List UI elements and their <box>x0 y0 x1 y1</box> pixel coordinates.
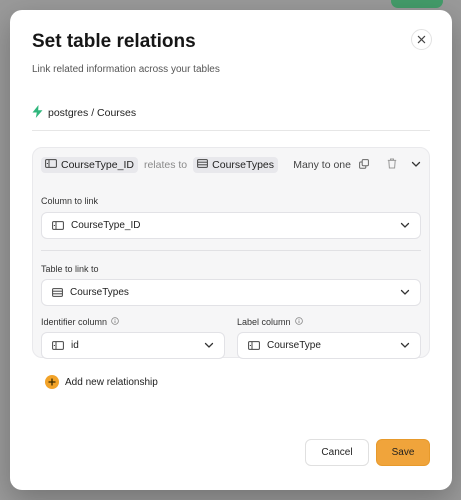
close-button[interactable] <box>411 29 432 50</box>
table-to-link-label: Table to link to <box>41 264 99 274</box>
chevron-down-icon <box>400 342 410 349</box>
modal-title: Set table relations <box>32 31 196 52</box>
table-to-link-label-text: Table to link to <box>41 264 99 274</box>
background-status-pill <box>391 0 443 8</box>
relationship-summary: CourseType_ID relates to CourseTypes Man… <box>41 156 421 174</box>
identifier-column-value: id <box>71 340 79 351</box>
from-column-text: CourseType_ID <box>61 159 134 171</box>
column-icon <box>52 221 64 230</box>
column-icon <box>248 341 260 350</box>
chevron-down-icon <box>204 342 214 349</box>
card-divider <box>41 250 421 251</box>
label-column-label-text: Label column <box>237 317 291 327</box>
cardinality-toggle-button[interactable] <box>359 158 369 172</box>
column-icon <box>45 159 57 171</box>
close-icon <box>417 31 426 49</box>
relationship-actions: Many to one <box>293 158 421 172</box>
column-icon <box>52 341 64 350</box>
from-column-chip: CourseType_ID <box>41 157 138 173</box>
relationship-card: CourseType_ID relates to CourseTypes Man… <box>32 147 430 359</box>
source-table-path: postgres / Courses <box>32 105 136 121</box>
table-to-link-value: CourseTypes <box>70 287 129 298</box>
relates-to-text: relates to <box>143 159 188 171</box>
identifier-column-select[interactable]: id <box>41 332 225 359</box>
trash-icon <box>387 158 397 172</box>
chevron-down-icon <box>400 289 410 296</box>
identifier-column-label: Identifier column <box>41 317 119 327</box>
cancel-button[interactable]: Cancel <box>305 439 369 466</box>
column-to-link-label: Column to link <box>41 196 98 206</box>
save-button[interactable]: Save <box>376 439 430 466</box>
add-new-relationship-button[interactable]: Add new relationship <box>45 375 158 389</box>
to-table-text: CourseTypes <box>212 159 275 171</box>
label-column-value: CourseType <box>267 340 321 351</box>
to-table-chip: CourseTypes <box>193 157 279 173</box>
chevron-down-icon <box>411 159 421 171</box>
info-icon[interactable] <box>111 317 119 327</box>
modal-subtitle: Link related information across your tab… <box>32 64 220 75</box>
info-icon[interactable] <box>294 317 303 327</box>
plus-icon <box>45 375 59 389</box>
table-to-link-select[interactable]: CourseTypes <box>41 279 421 306</box>
lightning-icon <box>32 105 43 121</box>
column-to-link-select[interactable]: CourseType_ID <box>41 212 421 239</box>
divider <box>32 130 430 131</box>
collapse-relationship-button[interactable] <box>411 159 421 171</box>
column-to-link-value: CourseType_ID <box>71 220 141 231</box>
chevron-down-icon <box>400 222 410 229</box>
relations-modal: Set table relations Link related informa… <box>10 10 452 490</box>
label-column-select[interactable]: CourseType <box>237 332 421 359</box>
source-path-text: postgres / Courses <box>48 107 137 119</box>
cardinality-text: Many to one <box>293 159 351 171</box>
copy-relation-icon <box>359 158 369 172</box>
add-new-relationship-label: Add new relationship <box>65 376 158 388</box>
label-column-label: Label column <box>237 317 303 327</box>
table-icon <box>197 159 209 171</box>
table-icon <box>52 288 63 297</box>
identifier-column-label-text: Identifier column <box>41 317 108 327</box>
delete-relationship-button[interactable] <box>387 158 397 172</box>
column-to-link-label-text: Column to link <box>41 196 99 206</box>
